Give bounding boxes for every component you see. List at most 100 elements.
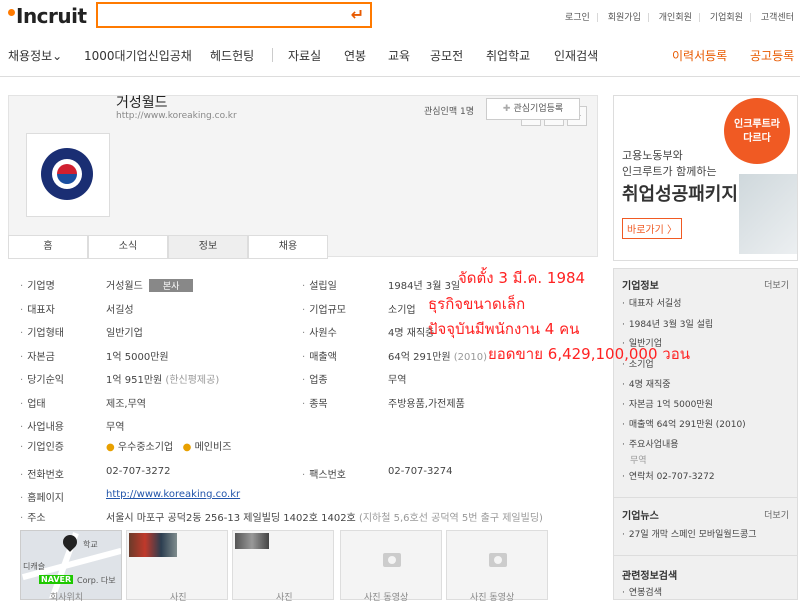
side-news-item[interactable]: 27일 개막 스페인 모바일월드콩그 [622,527,757,540]
side-related-item[interactable]: 연봉검색 [622,585,662,598]
business-label: 업태 [20,395,45,410]
medal-icon: ● [182,442,192,453]
certification-value: ● 우수중소기업 ● 메인비즈 [106,442,232,453]
item-label: 종목 [302,395,327,410]
ad-text: 고용노동부와 인크루트가 함께하는 [622,149,717,178]
company-name-value: 거성월드 본사 [106,277,194,292]
pan-photo [235,533,269,549]
thumb-caption: 사진 [276,593,293,603]
nav-divider [272,48,273,62]
homepage-link[interactable]: http://www.koreaking.co.kr [106,489,240,500]
industry-label: 업종 [302,371,327,386]
ceo-label: 대표자 [20,301,55,316]
thumb-caption: 사진 동영상 [470,593,515,603]
annotation-scale: ธุรกิจขนาดเล็ก [428,295,526,313]
nav-item-contest[interactable]: 공모전 [430,47,463,64]
plus-icon: ✚ [502,104,514,114]
thumb-caption: 사진 동영상 [364,593,409,603]
nav-item-headhunting[interactable]: 헤드헌팅 [210,47,254,64]
tab-home[interactable]: 홈 [8,235,88,259]
nav-item-salary[interactable]: 연봉 [344,47,366,64]
medal-icon: ● [106,442,115,453]
incruit-logo[interactable]: Incruit [8,4,87,28]
side-info-item: 자본금 1억 5000만원 [622,397,713,410]
fax-label: 팩스번호 [302,466,346,481]
camera-icon [489,553,507,567]
nav-item-resume-register[interactable]: 이력서등록 [672,47,727,64]
side-info-item: 4명 재직중 [622,377,671,390]
logo-dot-icon [8,9,15,16]
top-bar: Incruit ↵ 로그인 | 회원가입 | 개인회원 | 기업회원 | 고객센터 [0,0,800,36]
net-profit-label: 당기순익 [20,371,64,386]
naver-logo: NAVER [39,575,74,584]
company-url[interactable]: http://www.koreaking.co.kr [116,111,237,121]
cookware-photo [129,533,177,557]
nav-item-talent-search[interactable]: 인재검색 [554,47,598,64]
phone-value: 02-707-3272 [106,466,171,477]
ad-bubble: 인크루트라 다르다 [724,98,790,164]
annotation-staff: ปัจจุบันมีพนักงาน 4 คน [428,320,580,338]
add-favorite-company-button[interactable]: ✚ 관심기업등록 [486,98,580,120]
tab-info[interactable]: 정보 [168,235,248,259]
customer-center-link[interactable]: 고객센터 [761,13,794,23]
personal-member-link[interactable]: 개인회원 [659,13,692,23]
annotation-founded: จัดตั้ง 3 มี.ค. 1984 [458,269,586,287]
company-scale-label: 기업규모 [302,301,346,316]
item-value: 주방용품,가전제품 [388,399,465,410]
company-type-label: 기업형태 [20,324,64,339]
success-package-ad[interactable]: 인크루트라 다르다 고용노동부와 인크루트가 함께하는 취업성공패키지 바로가기 … [613,95,798,261]
side-info-contact: 연락처 02-707-3272 [622,469,715,482]
nav-item-jobs[interactable]: 채용정보⌄ [8,47,62,64]
address-label: 주소 [20,509,45,524]
side-info-item: 1984년 3월 3일 설립 [622,317,713,330]
business-value: 제조,무역 [106,399,146,410]
founded-label: 설립일 [302,277,337,292]
search-enter-icon[interactable]: ↵ [351,5,364,24]
net-profit-value: 1억 951만원 (한신평제공) [106,375,220,386]
homepage-label: 홈페이지 [20,489,64,504]
founded-value: 1984년 3월 3일 [388,281,461,292]
followers-count: 관심인맥 1명 [424,107,474,117]
tab-news[interactable]: 소식 [88,235,168,259]
signup-link[interactable]: 회원가입 [608,13,641,23]
tab-jobs[interactable]: 채용 [248,235,328,259]
nav-item-post-register[interactable]: 공고등록 [750,47,794,64]
thumb-caption: 회사위치 [50,593,84,603]
sales-value: 64억 291만원 (2010) [388,352,488,363]
ad-headline: 취업성공패키지 [622,184,738,205]
business-content-value: 무역 [106,422,125,433]
hq-badge: 본사 [148,279,194,292]
business-content-label: 사업내용 [20,418,64,433]
nav-item-top1000[interactable]: 1000대기업신입공채 [84,47,192,64]
company-type-value: 일반기업 [106,328,143,339]
top-links: 로그인 | 회원가입 | 개인회원 | 기업회원 | 고객센터 [564,13,794,23]
industry-value: 무역 [388,375,407,386]
ceo-value: 서길성 [106,305,134,316]
go-button[interactable]: 바로가기 〉 [622,218,682,239]
staff-label: 사원수 [302,324,337,339]
side-info-title: 기업정보 [622,281,659,292]
login-link[interactable]: 로그인 [565,13,590,23]
thumb-caption: 사진 [170,593,187,603]
certification-label: 기업인증 [20,438,64,453]
company-name: 거성월드 [116,95,168,111]
address-value: 서울시 마포구 공덕2동 256-13 제일빌딩 1402호 1402호 (지하… [106,513,543,524]
side-info-item: 대표자 서길성 [622,296,682,309]
sales-label: 매출액 [302,348,337,363]
capital-value: 1억 5000만원 [106,352,169,363]
side-info-sub: 무역 [630,456,647,466]
side-news-more-link[interactable]: 더보기 [764,508,789,521]
corporate-member-link[interactable]: 기업회원 [710,13,743,23]
side-related-title: 관련정보검색 [622,571,678,582]
side-info-item: 매출액 64억 291만원 (2010) [622,417,746,430]
side-info-more-link[interactable]: 더보기 [764,278,789,291]
nav-item-education[interactable]: 교육 [388,47,410,64]
annotation-sales: ยอดขาย 6,429,100,000 วอน [488,345,690,363]
capital-label: 자본금 [20,348,55,363]
main-nav: 채용정보⌄ 1000대기업신입공채 헤드헌팅 자료실 연봉 교육 공모전 취업학… [0,36,800,77]
company-name-label: 기업명 [20,277,55,292]
nav-item-school[interactable]: 취업학교 [486,47,530,64]
search-input[interactable]: ↵ [96,2,372,28]
nav-item-resources[interactable]: 자료실 [288,47,321,64]
laptop-image [739,174,797,254]
